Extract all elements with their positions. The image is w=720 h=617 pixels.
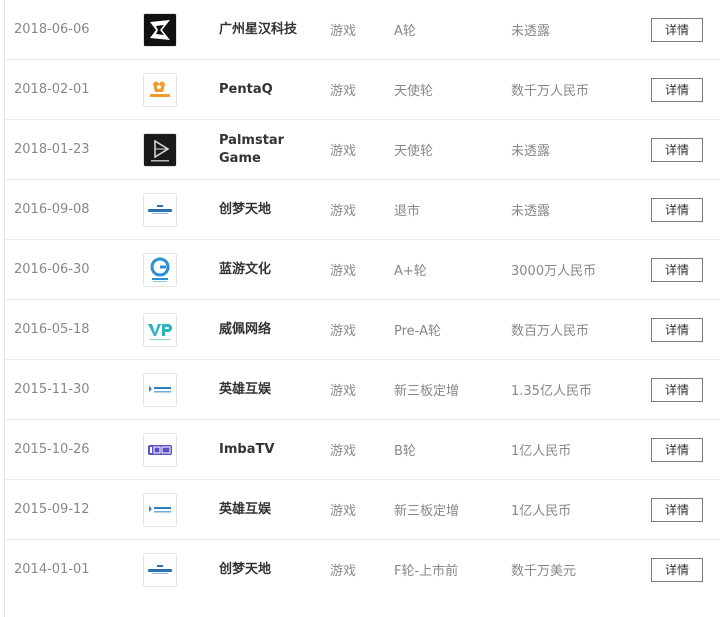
company-name[interactable]: 广州星汉科技 [219, 0, 319, 59]
lanyou-logo-icon[interactable] [143, 252, 177, 287]
funding-amount: 1亿人民币 [511, 504, 572, 519]
row-date: 2018-01-23 [14, 142, 90, 157]
funding-amount: 数千万美元 [511, 564, 577, 579]
funding-amount: 3000万人民币 [511, 264, 597, 279]
table-row: 2018-02-01 PentaQ 游戏 天使轮 数千万人民币 详情 [5, 60, 720, 120]
row-date: 2016-05-18 [14, 322, 90, 337]
imbatv-logo-icon[interactable] [143, 432, 177, 467]
yingxiong-logo-icon[interactable] [143, 372, 177, 407]
funding-round: 新三板定增 [394, 504, 460, 519]
funding-round: 天使轮 [394, 84, 434, 99]
company-name[interactable]: PentaQ [219, 60, 319, 119]
company-name[interactable]: 创梦天地 [219, 540, 319, 599]
pentaq-logo-icon[interactable] [143, 72, 177, 107]
detail-button[interactable]: 详情 [651, 197, 703, 222]
industry: 游戏 [330, 24, 357, 39]
funding-amount: 数百万人民币 [511, 324, 590, 339]
industry: 游戏 [330, 264, 357, 279]
table-row: 2015-09-12 英雄互娱 游戏 新三板定增 1亿人民币 详情 [5, 480, 720, 540]
funding-round: 新三板定增 [394, 384, 460, 399]
vpgame-logo-icon[interactable] [143, 312, 177, 347]
table-row: 2016-06-30 蓝游文化 游戏 A+轮 3000万人民币 详情 [5, 240, 720, 300]
table-row: 2018-06-06 广州星汉科技 游戏 A轮 未透露 详情 [5, 0, 720, 60]
yingxiong-logo-icon[interactable] [143, 492, 177, 527]
funding-round: A+轮 [394, 264, 427, 279]
investment-list-page: 2018-06-06 广州星汉科技 游戏 A轮 未透露 详情 2018-02-0… [0, 0, 720, 617]
investment-table: 2018-06-06 广州星汉科技 游戏 A轮 未透露 详情 2018-02-0… [5, 0, 720, 600]
funding-amount: 未透露 [511, 144, 551, 159]
detail-button[interactable]: 详情 [651, 77, 703, 102]
company-name[interactable]: 蓝游文化 [219, 240, 319, 299]
table-row: 2014-01-01 创梦天地 游戏 F轮-上市前 数千万美元 详情 [5, 540, 720, 600]
detail-button[interactable]: 详情 [651, 317, 703, 342]
detail-button[interactable]: 详情 [651, 17, 703, 42]
palmstar-logo-icon[interactable] [143, 132, 177, 167]
table-row: 2015-11-30 英雄互娱 游戏 新三板定增 1.35亿人民币 详情 [5, 360, 720, 420]
industry: 游戏 [330, 144, 357, 159]
table-row: 2016-09-08 创梦天地 游戏 退市 未透露 详情 [5, 180, 720, 240]
industry: 游戏 [330, 384, 357, 399]
funding-round: A轮 [394, 24, 416, 39]
company-name[interactable]: ImbaTV [219, 420, 319, 479]
table-row: 2015-10-26 ImbaTV 游戏 B轮 1亿人民币 详情 [5, 420, 720, 480]
company-name[interactable]: Palmstar Game [219, 120, 319, 179]
industry: 游戏 [330, 84, 357, 99]
detail-button[interactable]: 详情 [651, 437, 703, 462]
company-name[interactable]: 英雄互娱 [219, 360, 319, 419]
funding-round: Pre-A轮 [394, 324, 441, 339]
detail-button[interactable]: 详情 [651, 557, 703, 582]
funding-amount: 1亿人民币 [511, 444, 572, 459]
funding-round: 退市 [394, 204, 421, 219]
table-row: 2016-05-18 威佩网络 游戏 Pre-A轮 数百万人民币 详情 [5, 300, 720, 360]
company-name[interactable]: 英雄互娱 [219, 480, 319, 539]
row-date: 2015-11-30 [14, 382, 90, 397]
row-date: 2016-06-30 [14, 262, 90, 277]
detail-button[interactable]: 详情 [651, 377, 703, 402]
detail-button[interactable]: 详情 [651, 497, 703, 522]
row-date: 2015-09-12 [14, 502, 90, 517]
chuangmeng-logo-icon[interactable] [143, 192, 177, 227]
detail-button[interactable]: 详情 [651, 257, 703, 282]
row-date: 2018-06-06 [14, 22, 90, 37]
row-date: 2015-10-26 [14, 442, 90, 457]
funding-amount: 未透露 [511, 204, 551, 219]
industry: 游戏 [330, 564, 357, 579]
detail-button[interactable]: 详情 [651, 137, 703, 162]
industry: 游戏 [330, 504, 357, 519]
funding-amount: 1.35亿人民币 [511, 384, 592, 399]
funding-round: B轮 [394, 444, 416, 459]
row-date: 2018-02-01 [14, 82, 90, 97]
funding-amount: 数千万人民币 [511, 84, 590, 99]
row-date: 2014-01-01 [14, 562, 90, 577]
xinghan-logo-icon[interactable] [143, 12, 177, 47]
funding-amount: 未透露 [511, 24, 551, 39]
industry: 游戏 [330, 204, 357, 219]
company-name[interactable]: 创梦天地 [219, 180, 319, 239]
funding-round: F轮-上市前 [394, 564, 459, 579]
industry: 游戏 [330, 444, 357, 459]
industry: 游戏 [330, 324, 357, 339]
chuangmeng-logo-icon[interactable] [143, 552, 177, 587]
row-date: 2016-09-08 [14, 202, 90, 217]
company-name[interactable]: 威佩网络 [219, 300, 319, 359]
funding-round: 天使轮 [394, 144, 434, 159]
table-row: 2018-01-23 Palmstar Game 游戏 天使轮 未透露 详情 [5, 120, 720, 180]
